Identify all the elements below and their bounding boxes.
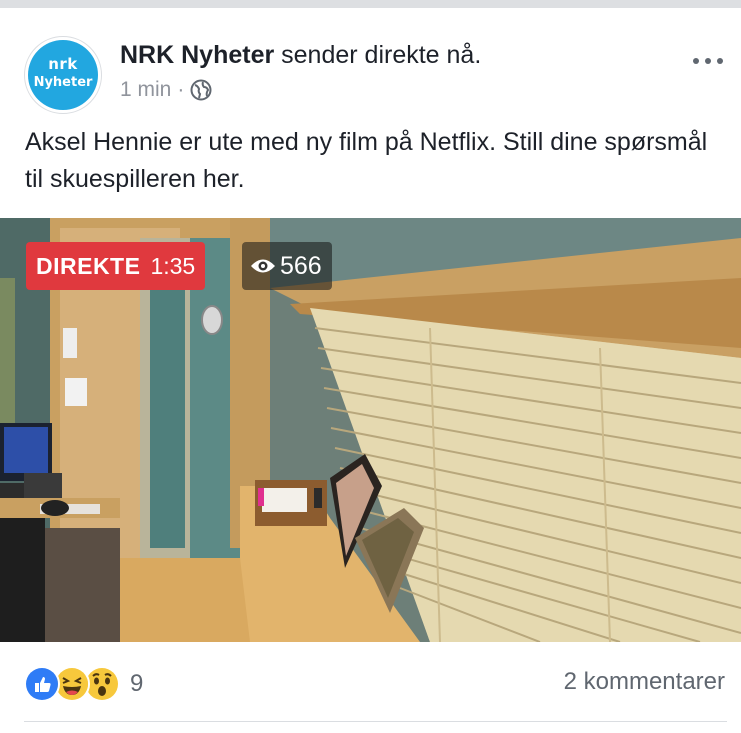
globe-icon[interactable] bbox=[190, 79, 212, 101]
post-footer: 9 2 kommentarer bbox=[0, 650, 741, 714]
post-text: Aksel Hennie er ute med ny film på Netfl… bbox=[25, 128, 708, 193]
post-timestamp[interactable]: 1 min bbox=[120, 76, 171, 104]
live-duration: 1:35 bbox=[146, 242, 206, 290]
like-icon bbox=[24, 666, 60, 702]
post-header: nrk Nyheter NRK Nyheter sender direkte n… bbox=[0, 8, 741, 120]
meta-separator: · bbox=[177, 78, 185, 101]
avatar-logo-subtext: Nyheter bbox=[33, 75, 93, 90]
post-action-text: sender direkte nå. bbox=[274, 41, 482, 69]
feed-separator bbox=[0, 0, 741, 8]
page-avatar[interactable]: nrk Nyheter bbox=[24, 36, 102, 114]
live-badge: DIREKTE 1:35 bbox=[26, 242, 206, 290]
post-headline: NRK Nyheter sender direkte nå. bbox=[120, 40, 481, 70]
live-label: DIREKTE bbox=[26, 242, 147, 290]
more-options-icon[interactable] bbox=[693, 54, 723, 68]
reaction-count: 9 bbox=[130, 670, 144, 697]
avatar-logo-text: nrk bbox=[48, 55, 78, 73]
footer-divider bbox=[24, 721, 727, 722]
viewer-count-badge: 566 bbox=[242, 242, 332, 290]
post-meta: 1 min · bbox=[120, 76, 212, 104]
live-video[interactable]: DIREKTE 1:35 566 bbox=[0, 218, 741, 642]
comment-count-link[interactable]: 2 kommentarer bbox=[564, 668, 725, 696]
page-name-link[interactable]: NRK Nyheter bbox=[120, 41, 274, 69]
eye-icon bbox=[251, 259, 275, 273]
nrk-logo: nrk Nyheter bbox=[28, 40, 98, 110]
reactions-summary[interactable]: 9 bbox=[24, 666, 143, 702]
viewer-count: 566 bbox=[280, 251, 322, 280]
